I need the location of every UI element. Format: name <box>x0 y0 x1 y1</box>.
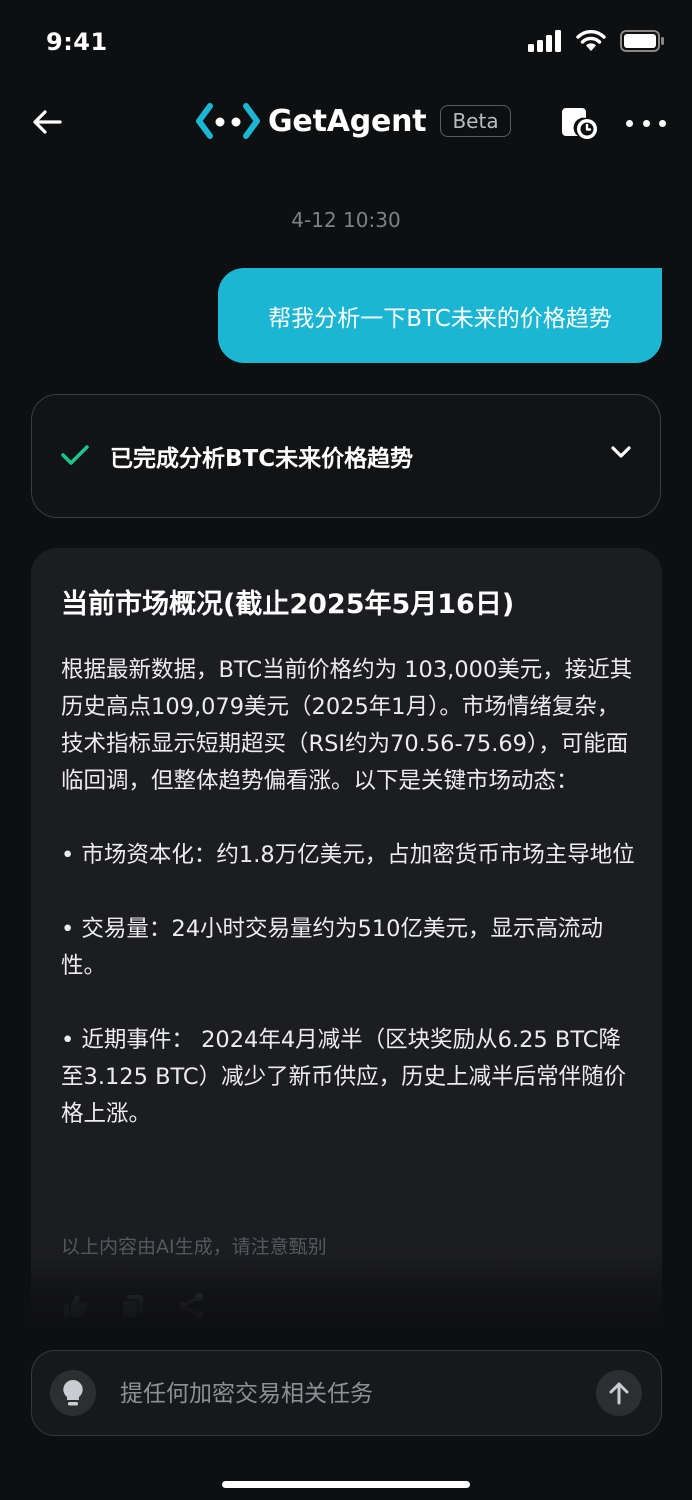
list-item: • 市场资本化：约1.8万亿美元，占加密货币市场主导地位 <box>61 842 635 868</box>
arrow-up-icon <box>609 1382 629 1405</box>
lightbulb-icon <box>63 1379 83 1406</box>
more-options-button[interactable] <box>626 108 666 138</box>
chevron-down-icon <box>611 446 631 458</box>
brand: GetAgent Beta <box>196 102 511 140</box>
analysis-status-card[interactable]: 已完成分析BTC未来价格趋势 <box>31 394 661 518</box>
beta-badge: Beta <box>440 105 511 137</box>
back-arrow-icon <box>33 110 62 134</box>
scroll-fade <box>0 1250 692 1340</box>
status-bar: 9:41 <box>0 0 692 84</box>
getagent-logo-icon <box>196 103 260 139</box>
list-item: • 近期事件： 2024年4月减半（区块奖励从6.25 BTC降至3.125 B… <box>61 1027 627 1127</box>
history-button[interactable] <box>560 104 600 142</box>
answer-body: 根据最新数据，BTC当前价格约为 103,000美元，接近其历史高点109,07… <box>61 652 639 1133</box>
more-dot-icon <box>659 119 666 127</box>
list-item: • 交易量：24小时交易量约为510亿美元，显示高流动性。 <box>61 916 604 979</box>
more-dot-icon <box>642 119 650 127</box>
answer-title: 当前市场概况(截止2025年5月16日) <box>61 589 515 620</box>
home-indicator <box>222 1481 470 1488</box>
cellular-signal-icon <box>528 30 561 52</box>
task-input[interactable] <box>118 1373 582 1415</box>
status-time: 9:41 <box>46 28 108 56</box>
battery-icon <box>620 30 664 52</box>
user-message-bubble: 帮我分析一下BTC未来的价格趋势 <box>218 268 662 363</box>
ai-answer-card: 当前市场概况(截止2025年5月16日) 根据最新数据，BTC当前价格约为 10… <box>31 548 662 1328</box>
chat-history-icon <box>562 108 597 139</box>
send-button[interactable] <box>596 1370 642 1416</box>
wifi-icon <box>576 30 606 51</box>
task-input-bar <box>31 1350 662 1436</box>
message-timestamp: 4-12 10:30 <box>291 208 401 232</box>
check-icon <box>61 445 89 465</box>
app-header: GetAgent Beta <box>0 84 692 160</box>
more-dot-icon <box>626 119 633 127</box>
app-name: GetAgent <box>268 103 427 139</box>
back-button[interactable] <box>26 104 68 140</box>
suggestions-button[interactable] <box>50 1370 96 1416</box>
status-icons <box>528 30 666 52</box>
answer-intro: 根据最新数据，BTC当前价格约为 103,000美元，接近其历史高点109,07… <box>61 657 633 794</box>
analysis-status-label: 已完成分析BTC未来价格趋势 <box>110 446 414 472</box>
